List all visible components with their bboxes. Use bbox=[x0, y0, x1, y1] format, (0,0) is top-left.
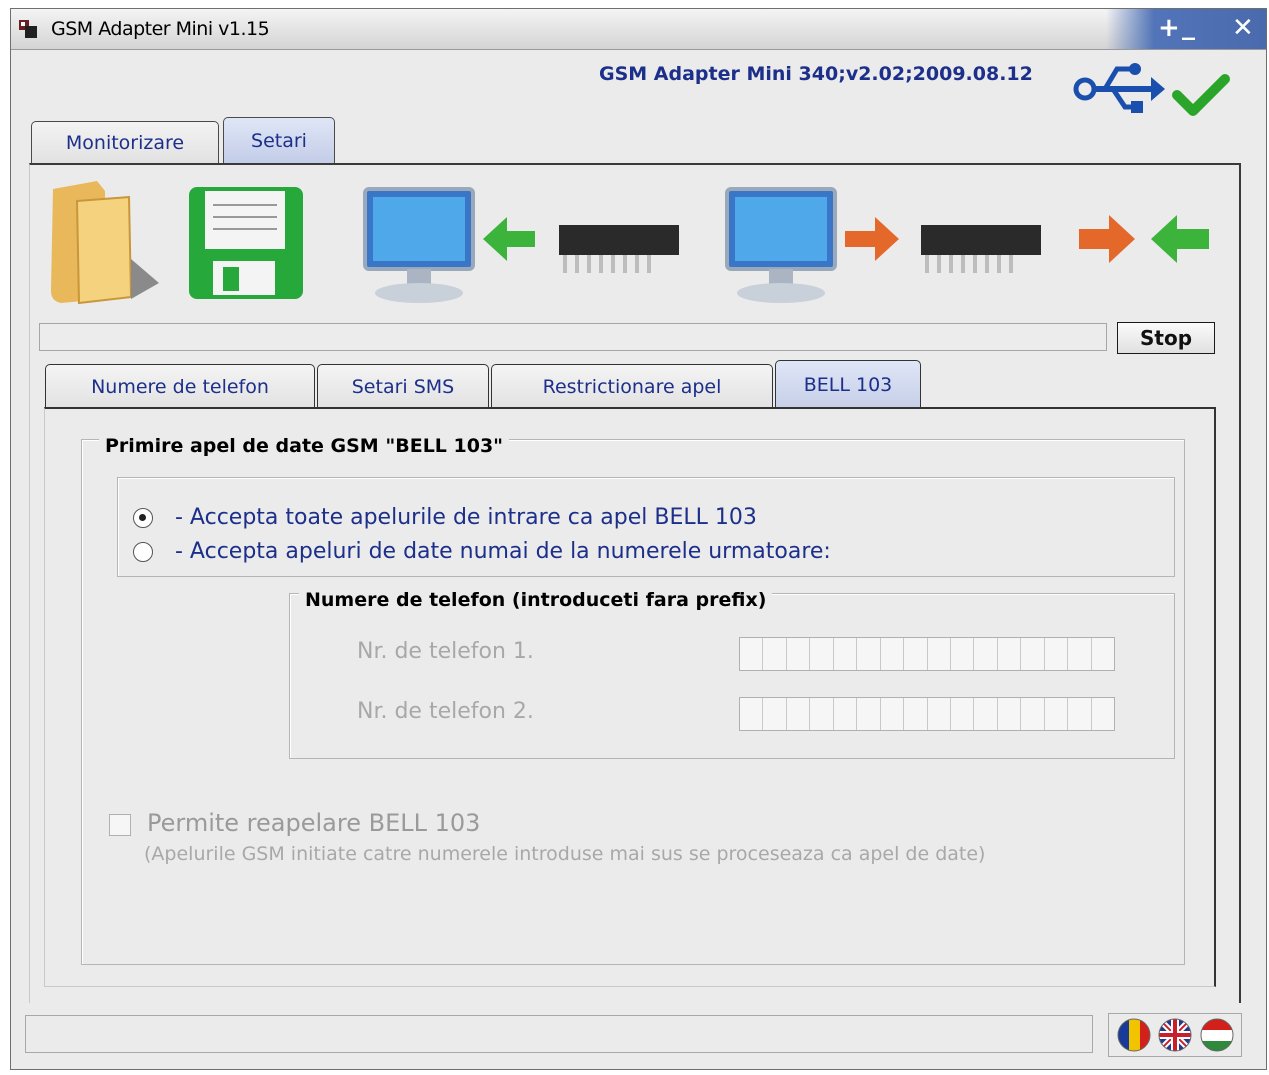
tab-label: Monitorizare bbox=[65, 131, 185, 154]
device-info: GSM Adapter Mini 340;v2.02;2009.08.12 bbox=[599, 63, 1033, 85]
radio-accept-all[interactable]: - Accepta toate apelurile de intrare ca … bbox=[133, 505, 757, 530]
radio-label: - Accepta apeluri de date numai de la nu… bbox=[175, 539, 831, 564]
radio-accept-numbers[interactable]: - Accepta apeluri de date numai de la nu… bbox=[133, 539, 831, 564]
usb-icon bbox=[1073, 63, 1165, 113]
tab-setari[interactable]: Setari bbox=[223, 117, 335, 163]
transfer-arrows-icon[interactable] bbox=[1077, 205, 1217, 275]
stop-button[interactable]: Stop bbox=[1117, 322, 1215, 354]
tab-restrictionare-apel[interactable]: Restrictionare apel bbox=[491, 364, 773, 408]
radio-label: - Accepta toate apelurile de intrare ca … bbox=[175, 505, 757, 530]
english-flag-icon[interactable] bbox=[1158, 1018, 1192, 1052]
redial-checkbox bbox=[109, 814, 131, 836]
phones-groupbox bbox=[289, 593, 1175, 759]
tab-label: Restrictionare apel bbox=[542, 375, 722, 398]
tab-setari-sms[interactable]: Setari SMS bbox=[317, 364, 489, 408]
tab-label: Numere de telefon bbox=[91, 375, 269, 398]
radio-button[interactable] bbox=[133, 541, 153, 562]
window-controls: + _ ✕ bbox=[1106, 9, 1266, 49]
romanian-flag-icon[interactable] bbox=[1117, 1018, 1151, 1052]
progress-bar bbox=[39, 323, 1107, 351]
redial-label: Permite reapelare BELL 103 bbox=[147, 809, 481, 837]
tab-label: BELL 103 bbox=[803, 373, 893, 396]
hungarian-flag-icon[interactable] bbox=[1200, 1018, 1234, 1052]
language-selector bbox=[1108, 1013, 1242, 1057]
save-floppy-icon[interactable] bbox=[187, 185, 305, 301]
app-window: GSM Adapter Mini v1.15 + _ ✕ GSM Adapter… bbox=[10, 8, 1267, 1070]
redial-note: (Apelurile GSM initiate catre numerele i… bbox=[144, 843, 986, 865]
phone1-input bbox=[739, 637, 1115, 671]
write-to-device-icon[interactable] bbox=[723, 183, 1063, 307]
window-title: GSM Adapter Mini v1.15 bbox=[51, 18, 270, 40]
bell103-group-title: Primire apel de date GSM "BELL 103" bbox=[99, 435, 510, 457]
read-from-device-icon[interactable] bbox=[361, 183, 701, 307]
connected-check-icon bbox=[1172, 74, 1230, 116]
close-button[interactable]: ✕ bbox=[1232, 13, 1254, 43]
status-bar bbox=[25, 1015, 1093, 1053]
phone2-input bbox=[739, 697, 1115, 731]
maximize-button[interactable]: + bbox=[1158, 13, 1180, 43]
app-icon bbox=[19, 20, 37, 38]
phone1-label: Nr. de telefon 1. bbox=[357, 639, 534, 664]
radio-button[interactable] bbox=[133, 507, 153, 528]
minimize-button[interactable]: _ bbox=[1182, 11, 1195, 41]
tab-numere-de-telefon[interactable]: Numere de telefon bbox=[45, 364, 315, 408]
title-bar[interactable]: GSM Adapter Mini v1.15 + _ ✕ bbox=[11, 9, 1266, 50]
phones-group-title: Numere de telefon (introduceti fara pref… bbox=[299, 589, 773, 611]
phone2-label: Nr. de telefon 2. bbox=[357, 699, 534, 724]
tab-label: Setari bbox=[251, 129, 307, 152]
tab-bell-103[interactable]: BELL 103 bbox=[775, 360, 921, 408]
tab-monitorizare[interactable]: Monitorizare bbox=[31, 121, 219, 163]
folder-open-icon[interactable] bbox=[47, 179, 165, 305]
tab-label: Setari SMS bbox=[351, 375, 455, 398]
